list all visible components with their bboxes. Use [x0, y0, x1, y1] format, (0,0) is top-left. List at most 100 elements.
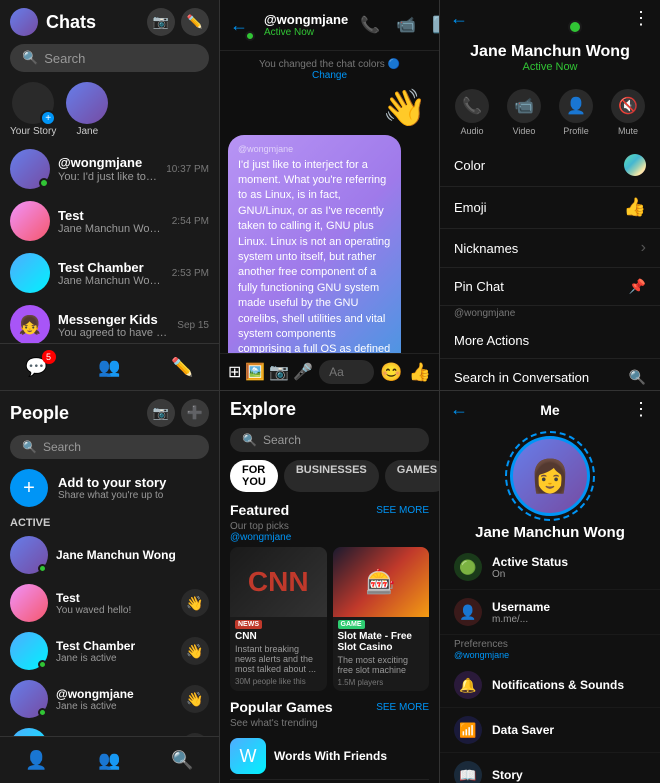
menu-emoji[interactable]: Emoji 👍: [440, 187, 660, 229]
ps-back-btn[interactable]: ←: [450, 399, 468, 420]
chat-input-box[interactable]: Aa: [319, 360, 374, 384]
cnn-desc: Instant breaking news alerts and the mos…: [230, 643, 327, 677]
notifications-item[interactable]: 🔔 Notifications & Sounds: [440, 663, 660, 708]
game-item-words[interactable]: W Words With Friends: [230, 733, 429, 780]
more-icon[interactable]: ⋮: [632, 8, 650, 29]
slot-badge-row: GAME: [333, 617, 430, 630]
people-panel: People 📷 ➕ 🔍 Search + Add to your story …: [0, 390, 220, 783]
featured-see-more[interactable]: SEE MORE: [376, 505, 429, 516]
people-camera-icon[interactable]: 📷: [147, 399, 175, 427]
image-icon[interactable]: 🖼️: [245, 362, 265, 382]
menu-pin-chat[interactable]: Pin Chat 📌: [440, 268, 660, 306]
wave-button[interactable]: 👋: [181, 589, 209, 617]
info-icon[interactable]: ℹ️: [428, 11, 440, 39]
people-item-test[interactable]: Test You waved hello! 👋: [0, 579, 219, 627]
chat-name: Messenger Kids: [58, 312, 169, 327]
ps-header: ← Me ⋮: [440, 391, 660, 428]
notifications-icon: 🔔: [454, 671, 482, 699]
popular-games-header: Popular Games SEE MORE: [230, 699, 429, 715]
call-icon[interactable]: 📞: [356, 11, 384, 39]
change-link[interactable]: Change: [312, 70, 347, 81]
menu-color[interactable]: Color: [440, 144, 660, 187]
tab-businesses[interactable]: BUSINESSES: [284, 460, 379, 492]
explore-search[interactable]: 🔍 Search: [230, 428, 429, 452]
online-dot: [39, 178, 49, 188]
jane-story-item[interactable]: Jane: [66, 82, 108, 137]
menu-search[interactable]: Search in Conversation 🔍: [440, 359, 660, 390]
people-name: Test Chamber: [56, 639, 173, 653]
wave-button[interactable]: 👋: [181, 637, 209, 665]
chat-input-bar: ⊞ 🖼️ 📷 🎤 Aa 😊 👍: [220, 353, 439, 390]
profile-panel-header: ← ⋮: [440, 0, 660, 37]
people-item-jane[interactable]: Jane Manchun Wong: [0, 531, 219, 579]
popular-games-title: Popular Games: [230, 699, 333, 715]
video-action[interactable]: 📹 Video: [507, 89, 541, 136]
nav-chat-icon[interactable]: 💬 5: [22, 352, 52, 382]
ps-more-icon[interactable]: ⋮: [632, 399, 650, 420]
people-info: Test Chamber Jane is active: [56, 639, 173, 664]
mute-action[interactable]: 🔇 Mute: [611, 89, 645, 136]
nav-compose-icon[interactable]: ✏️: [168, 352, 198, 382]
compose-icon[interactable]: ✏️: [181, 8, 209, 36]
chat-name: @wongmjane: [58, 155, 158, 170]
wave-button[interactable]: 👋: [181, 685, 209, 713]
story-row: + Your Story Jane: [0, 76, 219, 143]
nav-people-icon[interactable]: 👥: [95, 352, 125, 382]
chat-item-messenger-kids[interactable]: 👧 Messenger Kids You agreed to have Mess…: [0, 299, 219, 343]
audio-icon: 📞: [455, 89, 489, 123]
people-add-icon[interactable]: ➕: [181, 399, 209, 427]
words-game-icon: W: [230, 738, 266, 774]
add-story-item[interactable]: + Add to your story Share what you're up…: [0, 463, 219, 513]
people-nav-search[interactable]: 🔍: [168, 745, 198, 775]
tab-games[interactable]: GAMES: [385, 460, 440, 492]
online-dot: [245, 31, 255, 41]
user-avatar[interactable]: [10, 8, 38, 36]
chat-name: Test: [58, 208, 164, 223]
profile-label: Profile: [563, 126, 589, 136]
notifications-info: Notifications & Sounds: [492, 678, 646, 692]
chat-time: 2:54 PM: [172, 216, 209, 227]
like-send-btn[interactable]: 👍: [409, 362, 431, 383]
people-item-testchamber2[interactable]: Test Chamber Jane is active 👋: [0, 723, 219, 736]
camera-icon[interactable]: 📷: [147, 8, 175, 36]
chat-item-testchamber-1[interactable]: Test Chamber Jane Manchun Wong sent an a…: [0, 247, 219, 299]
data-saver-item[interactable]: 📶 Data Saver: [440, 708, 660, 753]
your-story-item[interactable]: + Your Story: [10, 82, 56, 137]
username-item[interactable]: 👤 Username m.me/...: [440, 590, 660, 635]
chats-search-placeholder: Search: [44, 51, 85, 66]
menu-more-actions[interactable]: More Actions: [440, 323, 660, 359]
slot-desc: The most exciting free slot machine: [333, 654, 430, 678]
active-status-item[interactable]: 🟢 Active Status On: [440, 545, 660, 590]
popular-games-see-more[interactable]: SEE MORE: [376, 702, 429, 713]
story-item[interactable]: 📖 Story: [440, 753, 660, 783]
chats-search[interactable]: 🔍 Search: [10, 44, 209, 72]
people-title: People: [10, 403, 69, 424]
video-icon[interactable]: 📹: [392, 11, 420, 39]
menu-nicknames[interactable]: Nicknames ›: [440, 229, 660, 268]
people-item-testchamber[interactable]: Test Chamber Jane is active 👋: [0, 627, 219, 675]
people-item-wongmjane[interactable]: @wongmjane Jane is active 👋: [0, 675, 219, 723]
chat-item-wongmjane-1[interactable]: @wongmjane You: I'd just like to interje…: [0, 143, 219, 195]
chat-window-info: @wongmjane Active Now: [264, 12, 348, 38]
profile-action[interactable]: 👤 Profile: [559, 89, 593, 136]
chat-item-test[interactable]: Test Jane Manchun Wong sent an actio... …: [0, 195, 219, 247]
emoji-input-icon[interactable]: 😊: [380, 362, 402, 383]
tab-for-you[interactable]: FOR YOU: [230, 460, 278, 492]
mic-icon[interactable]: 🎤: [293, 362, 313, 382]
chat-preview: Jane Manchun Wong sent an actio...: [58, 275, 164, 287]
chats-header: Chats 📷 ✏️: [0, 0, 219, 40]
people-nav-people[interactable]: 👥: [95, 745, 125, 775]
camera-btn-icon[interactable]: 📷: [269, 362, 289, 382]
audio-action[interactable]: 📞 Audio: [455, 89, 489, 136]
profile-back-icon[interactable]: ←: [450, 8, 468, 29]
people-nav-profile[interactable]: 👤: [22, 745, 52, 775]
your-story-avatar: +: [12, 82, 54, 124]
grid-icon[interactable]: ⊞: [228, 362, 241, 382]
pin-icon: 📌: [629, 278, 646, 295]
ps-me-label: Me: [540, 402, 559, 418]
chat-avatar-wongmjane: [10, 149, 50, 189]
card-cnn[interactable]: CNN NEWS CNN Instant breaking news alert…: [230, 547, 327, 691]
more-actions-label: More Actions: [454, 333, 529, 348]
card-slot[interactable]: 🎰 GAME Slot Mate - Free Slot Casino The …: [333, 547, 430, 691]
people-search[interactable]: 🔍 Search: [10, 435, 209, 459]
